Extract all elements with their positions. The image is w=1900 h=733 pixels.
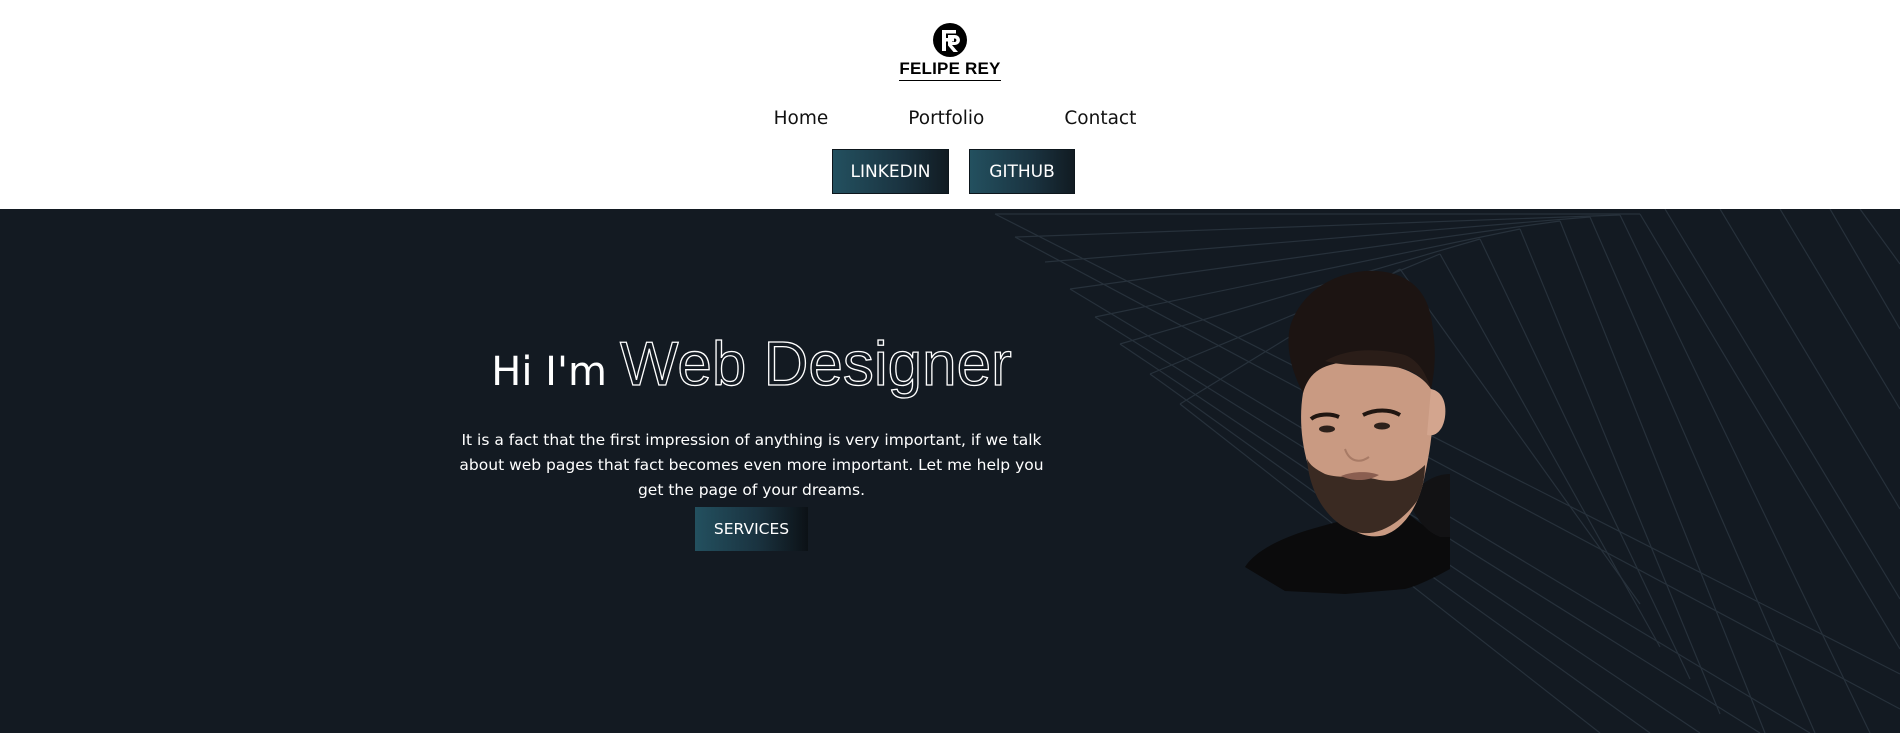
logo-text: FELIPE REY bbox=[899, 59, 1001, 81]
profile-photo bbox=[1245, 270, 1450, 594]
social-links: LINKEDIN GITHUB bbox=[0, 149, 1900, 194]
main-nav: Home Portfolio Contact bbox=[0, 106, 1900, 132]
nav-home[interactable]: Home bbox=[774, 106, 829, 132]
linkedin-button[interactable]: LINKEDIN bbox=[832, 149, 949, 194]
nav-contact[interactable]: Contact bbox=[1064, 106, 1136, 132]
hero-section: Hi I'm Web Designer It is a fact that th… bbox=[0, 209, 1900, 733]
logo-mark-icon bbox=[933, 23, 967, 57]
github-button[interactable]: GITHUB bbox=[969, 149, 1075, 194]
nav-portfolio[interactable]: Portfolio bbox=[908, 106, 984, 132]
logo[interactable]: FELIPE REY bbox=[0, 22, 1900, 81]
hero-description: It is a fact that the first impression o… bbox=[459, 430, 1044, 499]
hero-role: Web Designer bbox=[619, 329, 1012, 399]
services-button[interactable]: SERVICES bbox=[695, 507, 808, 551]
hero-greeting: Hi I'm bbox=[491, 349, 607, 395]
site-header: FELIPE REY Home Portfolio Contact LINKED… bbox=[0, 0, 1900, 209]
